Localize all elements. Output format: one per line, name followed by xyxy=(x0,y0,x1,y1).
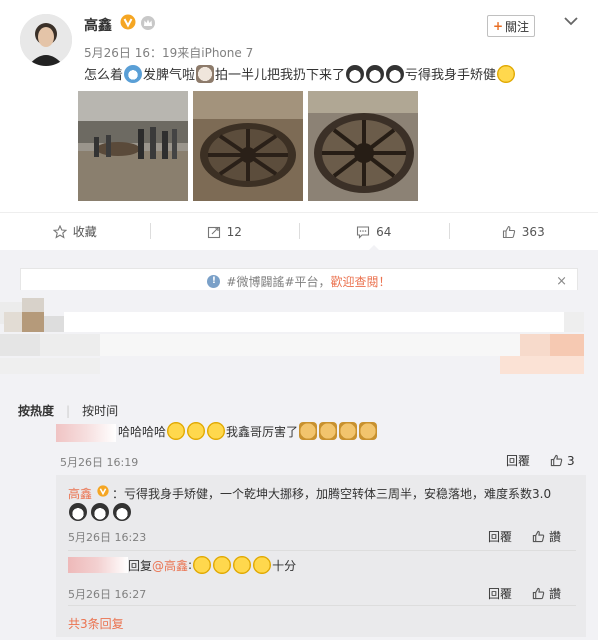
doge-face-emoji-icon xyxy=(339,422,358,440)
reply-author-name[interactable]: 高鑫 xyxy=(68,485,92,502)
plus-icon: + xyxy=(492,19,504,33)
laughing-tears-emoji-icon xyxy=(193,556,212,574)
laughing-tears-emoji-icon xyxy=(253,556,272,574)
husky-face-emoji-icon xyxy=(346,64,365,83)
pig-face-emoji-icon xyxy=(196,64,215,83)
doge-face-emoji-icon xyxy=(299,422,318,440)
comment-text-part: 哈哈哈哈 xyxy=(118,424,167,439)
bookmark-label: 收藏 xyxy=(72,225,97,239)
sort-separator: | xyxy=(66,403,71,418)
reply-prefix: 回复 xyxy=(128,558,153,573)
view-all-replies-link[interactable]: 共3条回复 xyxy=(68,615,124,632)
husky-face-emoji-icon xyxy=(386,64,405,83)
info-icon: ! xyxy=(207,274,221,288)
sort-by-hot-tab[interactable]: 按热度 xyxy=(18,402,54,419)
member-crown-icon xyxy=(141,16,155,30)
thumbs-up-icon xyxy=(550,454,563,467)
post-text-part: 拍一半儿把我扔下来了 xyxy=(215,68,346,83)
forward-button[interactable]: 12 xyxy=(149,213,300,250)
forward-icon xyxy=(207,226,220,238)
comment-button[interactable]: 64 xyxy=(299,213,449,251)
reply-like-label: 讚 xyxy=(549,530,562,544)
giggle-face-emoji-icon xyxy=(167,422,186,440)
reply-button[interactable]: 回覆 xyxy=(488,528,512,545)
post-image[interactable] xyxy=(193,91,303,201)
post-image[interactable] xyxy=(308,91,418,201)
reply-divider xyxy=(68,550,576,551)
post-image[interactable] xyxy=(78,91,188,201)
commenter-name-redacted[interactable] xyxy=(56,424,116,442)
comment-actions: 回覆 3 xyxy=(506,452,575,469)
reply-button[interactable]: 回覆 xyxy=(506,452,530,469)
thumbs-up-icon xyxy=(532,587,545,600)
post-image-grid xyxy=(78,91,418,201)
reply-like-label: 讚 xyxy=(549,587,562,601)
chevron-down-icon[interactable] xyxy=(564,16,578,26)
post-text: 怎么着 发脾气啦 拍一半儿把我扔下来了 亏得我身手矫健 xyxy=(84,64,516,83)
mention-link[interactable]: @高鑫 xyxy=(152,557,188,574)
close-icon[interactable]: × xyxy=(556,274,567,289)
husky-face-emoji-icon xyxy=(69,503,87,521)
sort-by-time-tab[interactable]: 按时间 xyxy=(82,402,118,419)
post-text-part: 亏得我身手矫健 xyxy=(405,68,497,83)
comment-like-count: 3 xyxy=(567,453,575,468)
author-avatar[interactable] xyxy=(20,14,72,66)
comment-icon xyxy=(357,225,370,239)
thumbs-up-icon xyxy=(502,225,515,238)
reply-time: 5月26日 16:23 xyxy=(68,531,147,544)
comment-text-part: 我鑫哥厉害了 xyxy=(226,424,299,439)
husky-face-emoji-icon xyxy=(113,503,131,521)
doge-face-emoji-icon xyxy=(359,422,378,440)
reply-time: 5月26日 16:27 xyxy=(68,588,147,601)
like-button[interactable]: 363 xyxy=(448,213,598,250)
post-text-part: 怎么着 xyxy=(84,68,124,83)
weibo-post-card: 高鑫 + 關注 5月26日 16：19来自iPhone 7 怎么着 发脾气啦 拍… xyxy=(0,0,598,251)
reply-emoji-row xyxy=(68,503,132,521)
follow-label: 關注 xyxy=(505,19,530,34)
giggle-face-emoji-icon xyxy=(207,422,226,440)
reply-actions: 回覆 讚 xyxy=(488,528,561,545)
comment-time: 5月26日 16:19 xyxy=(60,456,139,469)
husky-face-emoji-icon xyxy=(91,503,109,521)
comment-count: 64 xyxy=(376,224,392,239)
husky-face-emoji-icon xyxy=(366,64,385,83)
notice-prefix: #微博闢謠#平台， xyxy=(226,274,331,289)
post-meta: 5月26日 16：19来自iPhone 7 xyxy=(84,46,254,60)
giggle-face-emoji-icon xyxy=(187,422,206,440)
bookmark-button[interactable]: 收藏 xyxy=(0,213,150,250)
laughing-face-emoji-icon xyxy=(497,64,516,83)
verified-badge-icon xyxy=(97,485,109,497)
reply-button[interactable]: 回覆 xyxy=(488,585,512,602)
doge-face-emoji-icon xyxy=(319,422,338,440)
author-name[interactable]: 高鑫 xyxy=(84,15,112,35)
verified-badge-icon xyxy=(120,14,136,30)
reply-suffix: 十分 xyxy=(272,558,297,573)
comment-section: ! #微博闢謠#平台， 歡迎查閱！ × 按热度 | 按时间 哈哈哈哈 我鑫哥厉害… xyxy=(0,250,598,640)
laughing-tears-emoji-icon xyxy=(233,556,252,574)
laughing-tears-emoji-icon xyxy=(213,556,232,574)
reply-like-button[interactable]: 讚 xyxy=(532,528,561,545)
like-count: 363 xyxy=(521,224,545,239)
comment-text: 哈哈哈哈 我鑫哥厉害了 xyxy=(118,422,378,440)
reply-thread: 高鑫 ：亏得我身手矫健，一个乾坤大挪移，加腾空转体三周半，安稳落地，难度系数3.… xyxy=(56,475,586,637)
reply-author-redacted[interactable] xyxy=(68,557,128,573)
reply-like-button[interactable]: 讚 xyxy=(532,585,561,602)
reply-colon: : xyxy=(188,558,193,572)
post-action-bar: 收藏 12 64 363 xyxy=(0,212,598,251)
notice-link[interactable]: 歡迎查閱！ xyxy=(331,273,391,290)
reply-text: ：亏得我身手矫健，一个乾坤大挪移，加腾空转体三周半，安稳落地，难度系数3.0 xyxy=(112,487,552,501)
thumbs-up-icon xyxy=(532,530,545,543)
reply-divider xyxy=(68,605,576,606)
comment-like-button[interactable]: 3 xyxy=(550,454,575,468)
comment-input-area[interactable] xyxy=(0,290,598,390)
comment-sort-tabs: 按热度 | 按时间 xyxy=(18,402,118,419)
reply-text: 回复 @高鑫 : 十分 xyxy=(128,556,296,574)
reply-actions: 回覆 讚 xyxy=(488,585,561,602)
star-icon xyxy=(52,224,67,239)
post-text-part: 发脾气啦 xyxy=(143,68,196,83)
forward-count: 12 xyxy=(226,224,242,239)
angry-face-emoji-icon xyxy=(124,64,143,83)
follow-button[interactable]: + 關注 xyxy=(487,15,535,37)
